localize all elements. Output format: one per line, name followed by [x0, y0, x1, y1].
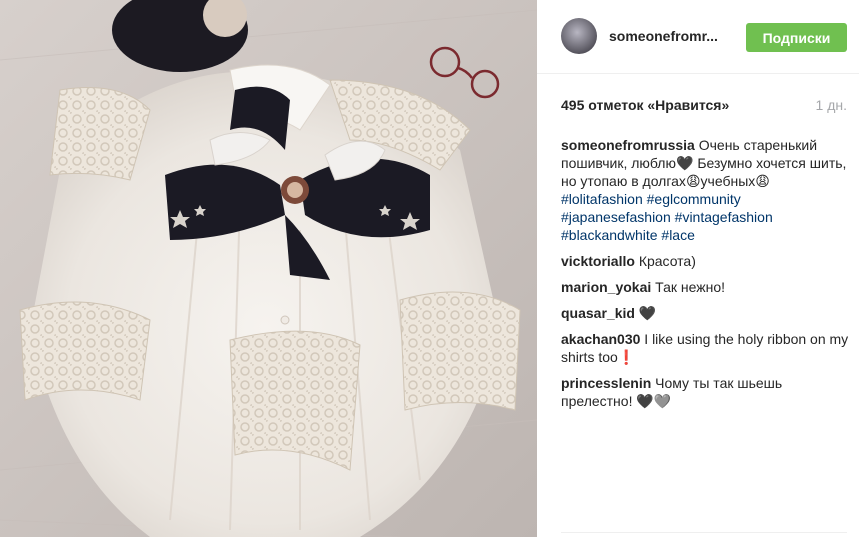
list-item: vicktoriallo Красота) [561, 252, 851, 270]
hashtag-link[interactable]: #japanesefashion [561, 209, 671, 225]
weary-face-icon: 😩 [685, 173, 701, 189]
post-details-panel: someonefromr... Подписки 495 отметок «Нр… [537, 0, 859, 537]
list-item: akachan030 I like using the holy ribbon … [561, 330, 851, 366]
post-author-username[interactable]: someonefromr... [609, 28, 729, 44]
comment-text: Красота) [638, 253, 696, 269]
list-item: princesslenin Чому ты так шьешь прелестн… [561, 374, 851, 410]
post-timestamp[interactable]: 1 дн. [816, 97, 847, 113]
likes-count[interactable]: 495 отметок «Нравится» [561, 97, 729, 113]
weary-face-icon: 😩 [755, 173, 770, 189]
hashtag-link[interactable]: #blackandwhite [561, 227, 658, 243]
post-photo-illustration [0, 0, 537, 537]
hashtag-link[interactable]: #lolitafashion [561, 191, 643, 207]
divider [561, 532, 847, 533]
comment-username[interactable]: akachan030 [561, 331, 640, 347]
comment-text: Так нежно! [655, 279, 726, 295]
comment-username[interactable]: marion_yokai [561, 279, 651, 295]
list-item: marion_yokai Так нежно! [561, 278, 851, 296]
black-heart-icon: 🖤 [675, 155, 694, 171]
post-caption: someonefromrussia Очень старенький пошив… [561, 136, 851, 244]
comment-username[interactable]: someonefromrussia [561, 137, 695, 153]
comment-username[interactable]: quasar_kid [561, 305, 635, 321]
caption-text-3: учебных [700, 173, 756, 189]
post-photo[interactable] [0, 0, 537, 537]
hashtag-link[interactable]: #vintagefashion [675, 209, 773, 225]
comment-text: 🖤 [638, 305, 657, 321]
comment-username[interactable]: vicktoriallo [561, 253, 635, 269]
list-item: quasar_kid 🖤 [561, 304, 851, 322]
comment-username[interactable]: princesslenin [561, 375, 651, 391]
likes-row: 495 отметок «Нравится» 1 дн. [561, 97, 847, 113]
follow-button[interactable]: Подписки [746, 23, 847, 52]
hashtag-link[interactable]: #eglcommunity [647, 191, 741, 207]
avatar[interactable] [561, 18, 597, 54]
post-header: someonefromr... Подписки [537, 0, 859, 74]
hashtag-link[interactable]: #lace [661, 227, 694, 243]
comments-list: someonefromrussia Очень старенький пошив… [561, 136, 851, 418]
